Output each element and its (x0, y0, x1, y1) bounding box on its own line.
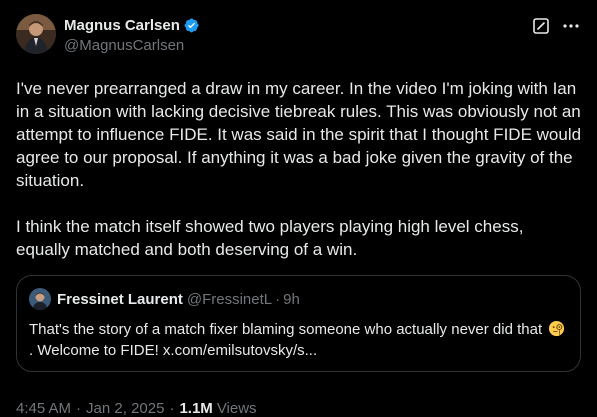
tweet-header: Magnus Carlsen @MagnusCarlsen (16, 14, 581, 58)
tweet-metadata: 4:45 AM · Jan 2, 2025 · 1.1M Views (16, 400, 581, 417)
quoted-tweet[interactable]: Fressinet Laurent @FressinetL · 9h That'… (16, 275, 581, 372)
author-info: Magnus Carlsen @MagnusCarlsen (64, 16, 200, 54)
separator-dot: · (169, 400, 175, 417)
face-with-monocle-emoji-icon (548, 320, 565, 337)
views-count[interactable]: 1.1M (179, 400, 212, 417)
separator-dot: · (275, 290, 281, 308)
grok-icon[interactable] (532, 17, 550, 35)
tweet-time[interactable]: 4:45 AM (16, 400, 71, 417)
tweet-paragraph: I've never prearranged a draw in my care… (16, 79, 582, 190)
quoted-author-handle[interactable]: @FressinetL (187, 291, 272, 308)
views-label: Views (216, 400, 257, 417)
tweet-date[interactable]: Jan 2, 2025 (86, 400, 164, 417)
quoted-tweet-header: Fressinet Laurent @FressinetL · 9h (29, 288, 568, 310)
separator-dot: · (76, 400, 82, 417)
verified-badge-icon[interactable] (183, 17, 200, 34)
quoted-author-name[interactable]: Fressinet Laurent (57, 291, 183, 308)
author-handle[interactable]: @MagnusCarlsen (64, 37, 200, 54)
quoted-text-part: . Welcome to FIDE! x.com/emilsutovsky/s.… (29, 342, 318, 359)
quoted-text-part: That's the story of a match fixer blamin… (29, 321, 543, 338)
avatar-image (16, 14, 56, 54)
avatar[interactable] (16, 14, 56, 54)
quoted-time[interactable]: 9h (283, 291, 300, 308)
tweet-paragraph: I think the match itself showed two play… (16, 217, 524, 259)
tweet-card: Magnus Carlsen @MagnusCarlsen I've never… (0, 0, 597, 417)
tweet-actions (532, 17, 580, 35)
tweet-text: I've never prearranged a draw in my care… (16, 77, 582, 261)
quoted-avatar[interactable] (29, 288, 51, 310)
author-name-row: Magnus Carlsen (64, 16, 200, 35)
author-name[interactable]: Magnus Carlsen (64, 17, 180, 34)
quoted-tweet-text: That's the story of a match fixer blamin… (29, 319, 568, 361)
more-options-icon[interactable] (562, 17, 580, 35)
